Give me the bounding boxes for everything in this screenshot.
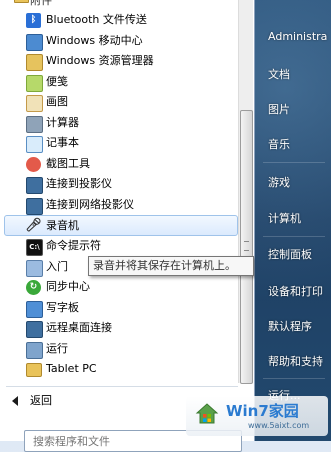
bluetooth-icon: ᛒ	[26, 13, 41, 28]
menu-item-label: Windows 移动中心	[46, 33, 143, 47]
menu-item-sound-recorder[interactable]: 🎤︎ 录音机	[4, 215, 238, 236]
watermark-title: Win7家园	[226, 402, 299, 420]
right-panel-separator	[263, 236, 325, 237]
accessories-folder-header[interactable]: 附件	[0, 0, 240, 8]
folder-icon	[26, 363, 42, 377]
notepad-icon	[26, 136, 43, 153]
mobility-center-icon	[26, 33, 43, 51]
menu-item-label: 同步中心	[46, 280, 90, 293]
watermark: Win7家园 www.5aixt.com	[186, 396, 328, 436]
command-prompt-icon: C:\	[26, 239, 43, 256]
menu-item-label: Bluetooth 文件传送	[46, 13, 147, 26]
remote-desktop-icon	[26, 321, 43, 338]
menu-item-tablet-pc[interactable]: Tablet PC	[0, 359, 240, 380]
menu-item-command-prompt[interactable]: C:\ 命令提示符	[0, 236, 240, 257]
watermark-url: www.5aixt.com	[248, 421, 310, 430]
projector-icon	[26, 177, 43, 194]
menu-item-run[interactable]: 运行	[0, 339, 240, 360]
menu-item-label: 命令提示符	[46, 239, 101, 252]
back-arrow-icon	[12, 396, 18, 406]
calculator-icon	[26, 115, 43, 133]
menu-item-snipping-tool[interactable]: 截图工具	[0, 154, 240, 175]
computer-link[interactable]: 计算机	[268, 210, 301, 226]
user-account-link[interactable]: Administra	[268, 30, 327, 43]
menu-item-calculator[interactable]: 计算器	[0, 113, 240, 134]
menu-item-sync-center[interactable]: ↻ 同步中心	[0, 277, 240, 298]
menu-item-label: 录音机	[46, 219, 79, 232]
search-input[interactable]	[31, 434, 235, 449]
menu-item-wordpad[interactable]: 写字板	[0, 298, 240, 319]
menu-item-label: 记事本	[46, 136, 79, 149]
sticky-notes-icon	[26, 74, 43, 92]
menu-item-label: 截图工具	[46, 156, 90, 170]
scrollbar-thumb[interactable]	[240, 110, 253, 384]
menu-item-bluetooth[interactable]: ᛒ Bluetooth 文件传送	[0, 10, 240, 31]
control-panel-link[interactable]: 控制面板	[268, 246, 312, 262]
menu-item-label: 入门	[46, 259, 68, 273]
menu-item-network-projector[interactable]: 连接到网络投影仪	[0, 195, 240, 216]
menu-item-label: 画图	[46, 95, 68, 108]
house-logo-icon	[195, 403, 219, 424]
music-link[interactable]: 音乐	[268, 136, 290, 152]
program-list-scrollbar[interactable]	[238, 0, 253, 384]
games-link[interactable]: 游戏	[268, 174, 290, 190]
getting-started-icon	[26, 259, 43, 277]
help-support-link[interactable]: 帮助和支持	[268, 353, 323, 369]
menu-item-explorer[interactable]: Windows 资源管理器	[0, 51, 240, 72]
pictures-link[interactable]: 图片	[268, 101, 290, 117]
scrollbar-grip-icon	[244, 241, 249, 251]
menu-item-label: 计算器	[46, 115, 79, 129]
menu-item-label: 写字板	[46, 300, 79, 314]
menu-item-mobility-center[interactable]: Windows 移动中心	[0, 31, 240, 52]
menu-item-label: Windows 资源管理器	[46, 54, 154, 67]
explorer-folder-icon	[26, 54, 43, 71]
paint-icon	[26, 95, 43, 112]
documents-link[interactable]: 文档	[268, 66, 290, 82]
menu-item-label: Tablet PC	[46, 362, 97, 375]
menu-item-notepad[interactable]: 记事本	[0, 133, 240, 154]
right-panel-separator	[263, 162, 325, 163]
menu-item-label: 便笺	[46, 74, 68, 88]
sync-center-icon: ↻	[26, 280, 41, 295]
menu-item-paint[interactable]: 画图	[0, 92, 240, 113]
right-panel-separator	[263, 378, 325, 379]
folder-header-label: 附件	[30, 0, 52, 7]
program-list: ᛒ Bluetooth 文件传送 Windows 移动中心 Windows 资源…	[0, 10, 240, 380]
folder-icon	[14, 0, 29, 3]
menu-item-label: 连接到网络投影仪	[46, 197, 134, 211]
run-icon	[26, 341, 43, 359]
menu-item-label: 连接到投影仪	[46, 177, 112, 190]
back-label: 返回	[30, 394, 52, 407]
programs-panel: 附件 ᛒ Bluetooth 文件传送 Windows 移动中心 Windows…	[0, 0, 255, 452]
divider	[6, 386, 238, 387]
menu-item-label: 运行	[46, 341, 68, 355]
snipping-tool-icon	[26, 156, 41, 172]
devices-printers-link[interactable]: 设备和打印	[268, 283, 323, 299]
network-projector-icon	[26, 197, 43, 215]
microphone-icon: 🎤︎	[25, 218, 42, 233]
default-programs-link[interactable]: 默认程序	[268, 318, 312, 334]
tooltip: 录音并将其保存在计算机上。	[88, 256, 254, 276]
start-menu-right-panel: Administra 文档 图片 音乐 游戏 计算机 控制面板 设备和打印 默认…	[255, 0, 331, 441]
menu-item-remote-desktop[interactable]: 远程桌面连接	[0, 318, 240, 339]
menu-item-label: 远程桌面连接	[46, 321, 112, 334]
wordpad-icon	[26, 300, 43, 318]
menu-item-projector[interactable]: 连接到投影仪	[0, 174, 240, 195]
menu-item-sticky-notes[interactable]: 便笺	[0, 72, 240, 93]
